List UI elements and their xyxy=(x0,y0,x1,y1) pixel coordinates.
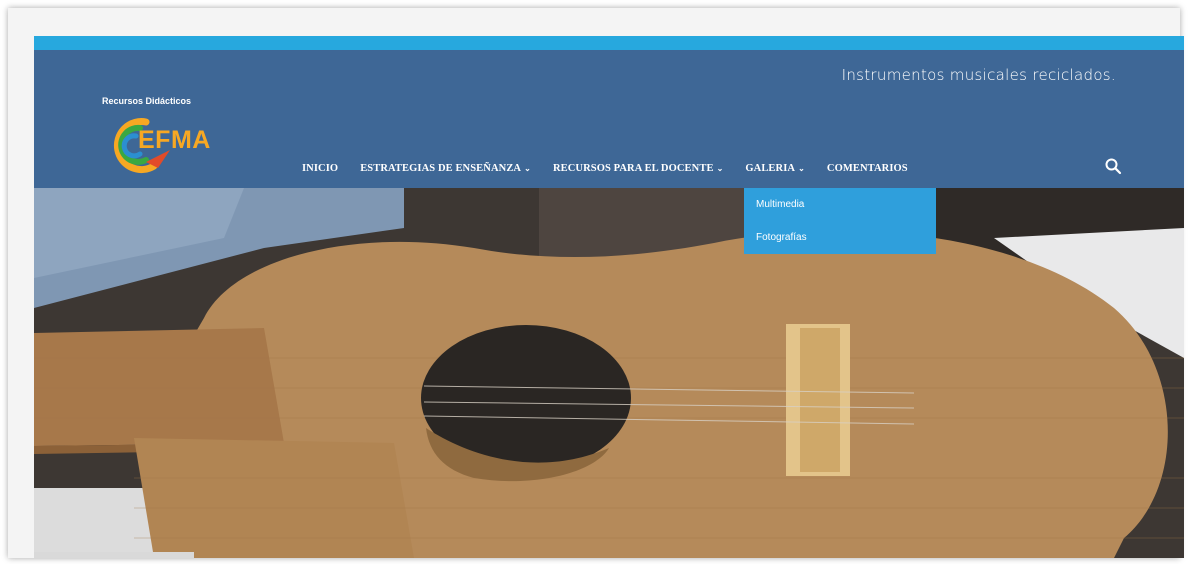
main-nav: INICIO ESTRATEGIAS DE ENSEÑANZA ⌄ RECURS… xyxy=(302,158,930,178)
site-logo[interactable]: Recursos Didácticos EFMA xyxy=(102,96,232,186)
chevron-down-icon: ⌄ xyxy=(798,163,805,173)
nav-item-label: ESTRATEGIAS DE ENSEÑANZA xyxy=(360,162,522,174)
nav-item-label: INICIO xyxy=(302,162,339,174)
galeria-dropdown-menu: Multimedia Fotografías xyxy=(744,188,936,254)
nav-item-galeria[interactable]: GALERIA ⌄ xyxy=(745,163,805,174)
site-header: Instrumentos musicales reciclados. Recur… xyxy=(34,50,1184,188)
dropdown-item-multimedia[interactable]: Multimedia xyxy=(744,188,936,221)
nav-item-label: RECURSOS PARA EL DOCENTE xyxy=(552,162,714,174)
nav-item-estrategias[interactable]: ESTRATEGIAS DE ENSEÑANZA ⌄ xyxy=(360,163,531,174)
dropdown-item-fotografias[interactable]: Fotografías xyxy=(744,221,936,254)
chevron-down-icon: ⌄ xyxy=(716,163,724,173)
nav-item-comentarios[interactable]: COMENTARIOS xyxy=(827,163,908,174)
nav-item-inicio[interactable]: INICIO xyxy=(302,163,338,174)
hero-image xyxy=(34,188,1184,558)
web-page: Instrumentos musicales reciclados. Recur… xyxy=(34,36,1184,558)
logo-text: EFMA xyxy=(138,126,211,154)
nav-item-label: GALERIA xyxy=(745,162,796,174)
screenshot-frame: Instrumentos musicales reciclados. Recur… xyxy=(8,8,1184,558)
top-accent-stripe xyxy=(34,36,1184,50)
search-icon[interactable] xyxy=(1104,157,1122,175)
logo-caption: Recursos Didácticos xyxy=(102,96,192,106)
nav-item-label: COMENTARIOS xyxy=(826,162,908,174)
chevron-down-icon: ⌄ xyxy=(524,163,531,173)
cardboard-guitar-photo xyxy=(34,188,1184,558)
nav-item-recursos[interactable]: RECURSOS PARA EL DOCENTE ⌄ xyxy=(553,163,723,174)
image-caption-strip xyxy=(34,552,194,558)
site-tagline: Instrumentos musicales reciclados. xyxy=(841,66,1116,84)
